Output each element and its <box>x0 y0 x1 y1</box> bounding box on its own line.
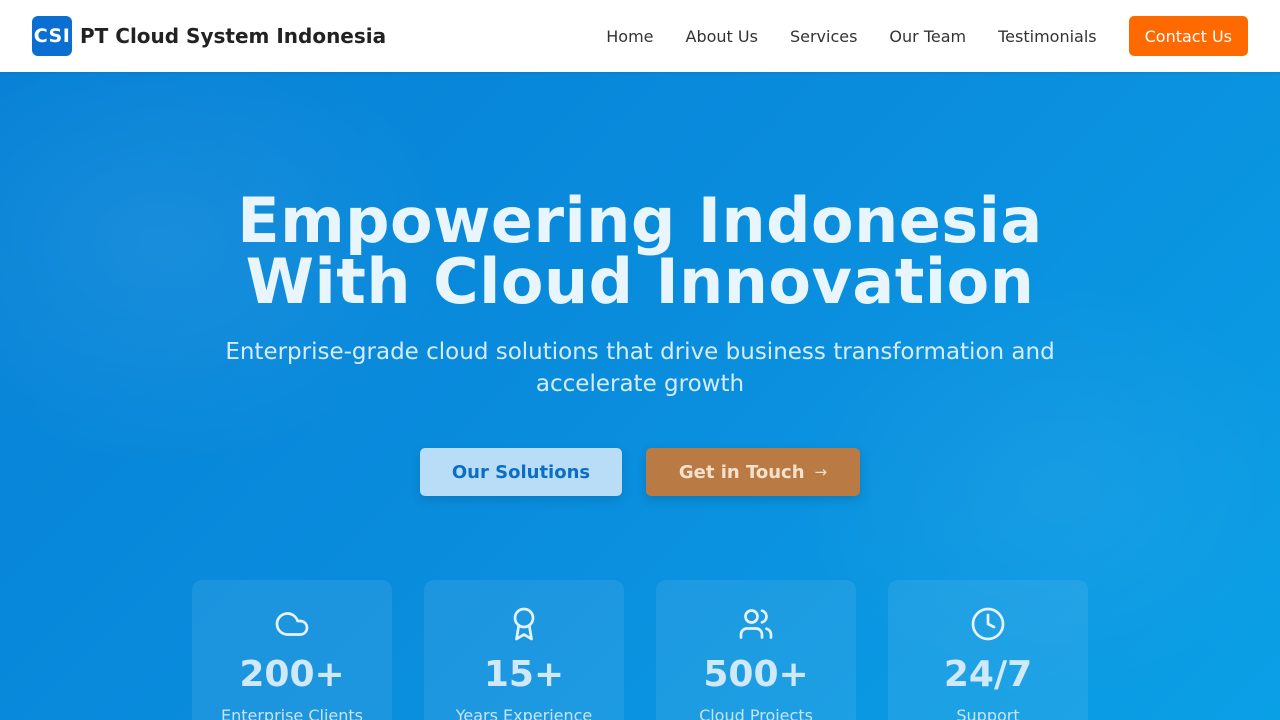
get-in-touch-button[interactable]: Get in Touch → <box>646 448 860 496</box>
hero-subline: Enterprise-grade cloud solutions that dr… <box>225 339 1055 397</box>
brand-logo[interactable]: CSI <box>32 16 72 56</box>
top-navbar: CSI PT Cloud System Indonesia Home About… <box>0 0 1280 72</box>
nav-link-services[interactable]: Services <box>790 27 857 46</box>
stat-card-projects: 500+ Cloud Projects <box>656 580 856 720</box>
stat-label: Cloud Projects <box>699 706 813 720</box>
stat-value: 15+ <box>483 654 565 695</box>
stat-label: Enterprise Clients <box>220 706 364 720</box>
nav-link-testimonials[interactable]: Testimonials <box>998 27 1097 46</box>
hero-headline-line-2: With Cloud Innovation <box>245 245 1035 318</box>
get-in-touch-label: Get in Touch <box>678 461 805 483</box>
stat-card-experience: 15+ Years Experience <box>424 580 624 720</box>
our-solutions-label: Our Solutions <box>451 461 591 483</box>
hero-section: Empowering Indonesia With Cloud Innovati… <box>0 72 1280 720</box>
stat-card-support: 24/7 Support <box>888 580 1088 720</box>
brand-name[interactable]: PT Cloud System Indonesia <box>80 24 386 48</box>
stat-label: Support <box>956 706 1020 720</box>
brand[interactable]: CSI PT Cloud System Indonesia <box>32 16 386 56</box>
award-icon <box>513 607 535 641</box>
our-solutions-button[interactable]: Our Solutions <box>420 448 622 496</box>
nav-link-about-us[interactable]: About Us <box>686 27 758 46</box>
nav-link-our-team[interactable]: Our Team <box>889 27 966 46</box>
cloud-icon <box>275 612 309 636</box>
nav-link-home[interactable]: Home <box>606 27 653 46</box>
clock-icon <box>971 607 1005 641</box>
stat-label: Years Experience <box>455 706 593 720</box>
stats-row: 200+ Enterprise Clients 15+ Years Experi… <box>192 580 1088 720</box>
stat-value: 24/7 <box>943 654 1033 695</box>
arrow-right-icon: → <box>814 463 828 481</box>
users-icon <box>739 609 773 639</box>
hero-headline-line-1: Empowering Indonesia <box>237 184 1043 257</box>
stat-value: 500+ <box>703 654 809 695</box>
hero-headline: Empowering Indonesia With Cloud Innovati… <box>0 184 1280 318</box>
stat-card-clients: 200+ Enterprise Clients <box>192 580 392 720</box>
nav-menu: Home About Us Services Our Team Testimon… <box>606 27 1096 46</box>
stat-value: 200+ <box>239 654 345 695</box>
contact-us-button[interactable]: Contact Us <box>1128 16 1248 56</box>
